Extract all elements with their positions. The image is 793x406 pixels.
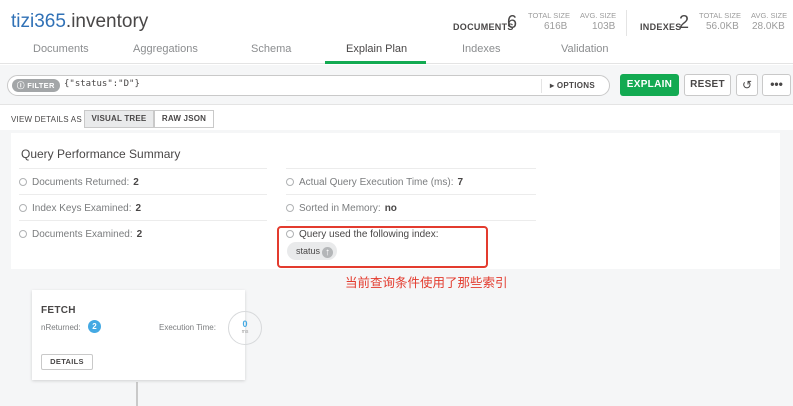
options-button[interactable]: ▸ OPTIONS — [541, 79, 603, 93]
summary-value: no — [384, 203, 397, 214]
summary-label: Documents Examined: — [32, 229, 133, 240]
summary-label: Sorted in Memory: — [299, 203, 381, 214]
execution-time-unit: ms — [241, 329, 249, 335]
view-details-bar: VIEW DETAILS AS VISUAL TREE RAW JSON — [0, 106, 793, 130]
view-details-label: VIEW DETAILS AS — [11, 115, 82, 124]
execution-time-gauge: 0 ms — [228, 311, 262, 345]
summary-label: Actual Query Execution Time (ms): — [299, 177, 454, 188]
tab-indexes[interactable]: Indexes — [462, 43, 501, 55]
details-button[interactable]: DETAILS — [41, 354, 93, 370]
summary-value: 2 — [133, 177, 139, 188]
summary-label: Index Keys Examined: — [32, 203, 132, 214]
visual-tree-button[interactable]: VISUAL TREE — [84, 110, 154, 128]
filter-input-bar[interactable]: ⓘ FILTER {"status":"D"} ▸ OPTIONS — [7, 75, 610, 96]
info-icon — [286, 178, 294, 186]
collection-tabs: Documents Aggregations Schema Explain Pl… — [0, 40, 793, 64]
execution-time-label: Execution Time: — [159, 323, 216, 332]
tab-aggregations[interactable]: Aggregations — [133, 43, 198, 55]
stage-connector-line — [136, 382, 138, 406]
summary-row-documents-examined: Documents Examined: 2 — [19, 220, 267, 246]
stage-card-fetch[interactable]: FETCH nReturned: 2 Execution Time: 0 ms … — [32, 290, 262, 380]
indexes-avg-size-label: AVG. SIZE — [751, 11, 788, 20]
documents-total-size-label: TOTAL SIZE — [528, 11, 570, 20]
collection-name: .inventory — [65, 11, 149, 32]
indexes-count: 2 — [679, 12, 690, 32]
execution-time-value: 0 — [242, 319, 248, 329]
documents-total-size: 616B — [544, 21, 568, 32]
namespace-title: tizi365.inventory — [11, 11, 148, 33]
summary-row-sorted-in-memory: Sorted in Memory: no — [286, 194, 536, 220]
documents-label: DOCUMENTS — [453, 22, 514, 32]
info-icon — [19, 230, 27, 238]
reset-button[interactable]: RESET — [684, 74, 731, 96]
documents-count: 6 — [507, 12, 518, 32]
options-label: OPTIONS — [556, 81, 595, 90]
tab-explain-plan[interactable]: Explain Plan — [346, 43, 407, 55]
collection-header: tizi365.inventory DOCUMENTS 6 TOTAL SIZE… — [0, 0, 793, 64]
query-toolbar: ⓘ FILTER {"status":"D"} ▸ OPTIONS EXPLAI… — [0, 65, 793, 105]
summary-value: 2 — [135, 203, 142, 214]
annotation-highlight-box — [277, 226, 488, 268]
indexes-total-size: 56.0KB — [706, 21, 739, 32]
summary-row-documents-returned: Documents Returned: 2 — [19, 168, 267, 194]
filter-label: FILTER — [27, 81, 55, 90]
nreturned-badge: 2 — [88, 320, 101, 333]
filter-query-text[interactable]: {"status":"D"} — [64, 79, 140, 89]
caret-right-icon: ▸ — [550, 81, 555, 90]
active-tab-indicator — [325, 61, 426, 64]
indexes-label: INDEXES — [640, 22, 682, 32]
stage-title: FETCH — [41, 305, 76, 316]
more-options-icon[interactable]: ••• — [762, 74, 791, 96]
tab-schema[interactable]: Schema — [251, 43, 291, 55]
summary-row-index-keys-examined: Index Keys Examined: 2 — [19, 194, 267, 220]
filter-info-icon: ⓘ — [17, 81, 25, 90]
annotation-text: 当前查询条件使用了那些索引 — [345, 276, 508, 290]
info-icon — [19, 204, 27, 212]
info-icon — [19, 178, 27, 186]
stats-divider — [626, 10, 627, 36]
summary-title: Query Performance Summary — [21, 147, 181, 161]
history-icon[interactable]: ↺ — [736, 74, 758, 96]
info-icon — [286, 204, 294, 212]
nreturned-label: nReturned: — [41, 323, 81, 332]
summary-value: 2 — [136, 229, 143, 240]
summary-row-execution-time: Actual Query Execution Time (ms): 7 — [286, 168, 536, 194]
database-name[interactable]: tizi365 — [11, 11, 66, 32]
indexes-total-size-label: TOTAL SIZE — [699, 11, 741, 20]
summary-value: 7 — [457, 177, 464, 188]
documents-avg-size: 103B — [592, 21, 616, 32]
tab-documents[interactable]: Documents — [33, 43, 89, 55]
raw-json-button[interactable]: RAW JSON — [154, 110, 214, 128]
explain-button[interactable]: EXPLAIN — [620, 74, 679, 96]
filter-pill: ⓘ FILTER — [12, 79, 60, 92]
documents-avg-size-label: AVG. SIZE — [580, 11, 617, 20]
summary-label: Documents Returned: — [32, 177, 130, 188]
tab-validation[interactable]: Validation — [561, 43, 609, 55]
indexes-avg-size: 28.0KB — [752, 21, 785, 32]
